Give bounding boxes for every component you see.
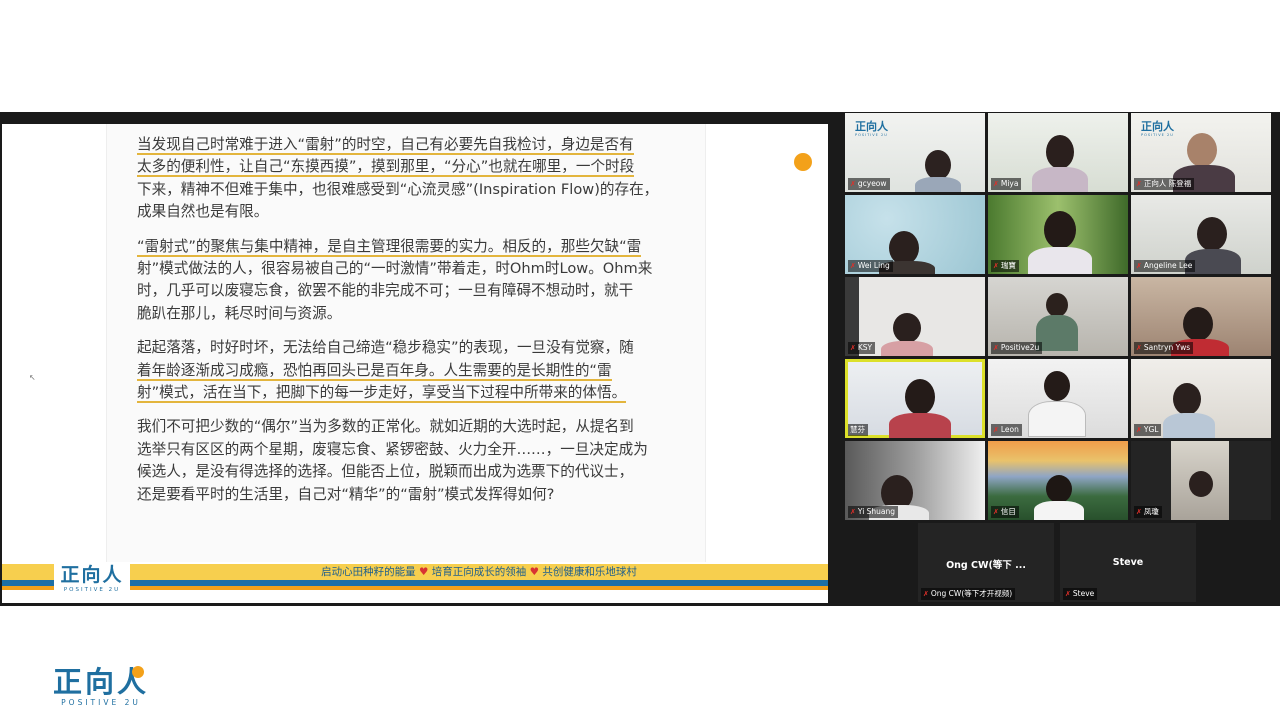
logo-accent-dot: [132, 666, 144, 678]
video-tile-ksy[interactable]: ✗ KSY: [845, 277, 985, 356]
participant-name-label: ✗ 瑞寶: [991, 260, 1019, 272]
slide-paragraph-4: 我们不可把少数的“偶尔”当为多数的正常化。就如近期的大选时起，从提名到 选举只有…: [137, 416, 707, 506]
video-off-tile-steve[interactable]: Steve ✗ Steve: [1060, 523, 1196, 602]
mic-muted-icon: ✗: [1136, 262, 1142, 270]
video-tile-ruibao[interactable]: ✗ 瑞寶: [988, 195, 1128, 274]
banner-stripe: [2, 586, 54, 590]
mic-muted-icon: ✗: [850, 180, 856, 188]
video-tile-miya[interactable]: ✗ Miya: [988, 113, 1128, 192]
participant-name-label: ✗ Leon: [991, 424, 1022, 436]
banner-stripe: [130, 586, 828, 590]
slide-line: 起起落落，时好时坏，无法给自己缔造“稳步稳实”的表现，一旦没有觉察，随: [137, 339, 634, 357]
participant-name-label: ✗ Positive2u: [991, 342, 1043, 354]
brand-logo: 正向人 POSITIVE 2U: [60, 564, 124, 593]
participant-name-label: 慧芬: [848, 424, 868, 436]
video-tile-xinmu[interactable]: ✗ 信目: [988, 441, 1128, 520]
slide-line: 下来，精神不但难于集中，也很难感受到“心流灵感”(Inspiration Flo…: [137, 180, 659, 198]
participant-display-name: Ong CW(等下 ...: [946, 560, 1026, 571]
slide-text-panel: 当发现自己时常难于进入“雷射”的时空，自己有必要先自我检讨，身边是否有 太多的便…: [106, 124, 706, 562]
slide-line: 脆趴在那儿，耗尽时间与资源。: [137, 304, 342, 322]
mouse-cursor-icon: ↖: [29, 373, 36, 382]
participant-name-label: ✗ KSY: [848, 342, 876, 354]
participant-name-label: ✗ Wei Ling: [848, 260, 893, 272]
mic-muted-icon: ✗: [923, 590, 929, 598]
video-tile-wei-ling[interactable]: ✗ Wei Ling: [845, 195, 985, 274]
slide-line: 候选人，是没有得选择的选择。但能否上位，脱颖而出成为选票下的代议士，: [137, 463, 634, 481]
slide-line: 还是要看平时的生活里，自己对“精华”的“雷射”模式发挥得如何?: [137, 485, 555, 503]
video-tile-santryn-yws[interactable]: ✗ Santryn Yws: [1131, 277, 1271, 356]
slide-line: 射”模式，活在当下，把脚下的每一步走好，享受当下过程中所带来的体悟。: [137, 384, 627, 404]
meeting-window: ↖ 当发现自己时常难于进入“雷射”的时空，自己有必要先自我检讨，身边是否有 太多…: [0, 112, 1280, 606]
heart-icon: ♥: [418, 566, 429, 578]
slide-line: 成果自然也是有限。: [137, 203, 269, 221]
participant-name-label: ✗ Steve: [1063, 588, 1098, 600]
mic-muted-icon: ✗: [1136, 508, 1142, 516]
participant-name-label: ✗ Miya: [991, 178, 1022, 190]
slide-line: “雷射式”的聚焦与集中精神，是自主管理很需要的实力。相反的，那些欠缺“雷: [137, 237, 642, 257]
participant-video: [1171, 441, 1229, 520]
participant-name-label: ✗ Yi Shuang: [848, 506, 899, 518]
mic-muted-icon: ✗: [850, 344, 856, 352]
slide-paragraph-3: 起起落落，时好时坏，无法给自己缔造“稳步稳实”的表现，一旦没有觉察，随 着年龄逐…: [137, 337, 707, 404]
slide-body: 当发现自己时常难于进入“雷射”的时空，自己有必要先自我检讨，身边是否有 太多的便…: [137, 134, 707, 518]
mic-muted-icon: ✗: [1136, 180, 1142, 188]
banner-stripe: [2, 564, 54, 580]
participant-name-label: ✗ Ong CW(等下才开视频): [921, 588, 1016, 600]
slide-paragraph-1: 当发现自己时常难于进入“雷射”的时空，自己有必要先自我检讨，身边是否有 太多的便…: [137, 134, 707, 224]
video-tile-chen-dengfu[interactable]: 正向人 POSITIVE 2U ✗ 正向人 陈登福: [1131, 113, 1271, 192]
mic-muted-icon: ✗: [993, 508, 999, 516]
video-tile-leon[interactable]: ✗ Leon: [988, 359, 1128, 438]
participant-name-label: ✗ 信目: [991, 506, 1019, 518]
participant-name-label: ✗ 凤瓊: [1134, 506, 1162, 518]
brand-logo: 正向人 POSITIVE 2U: [1141, 120, 1174, 138]
brand-logo: 正向人 POSITIVE 2U: [855, 120, 888, 138]
video-tile-yi-shuang[interactable]: ✗ Yi Shuang: [845, 441, 985, 520]
decorative-dot: [794, 153, 812, 171]
slide-line: 时，几乎可以废寝忘食，欲罢不能的非完成不可；一旦有障碍不想动时，就干: [137, 282, 634, 300]
mic-muted-icon: ✗: [993, 180, 999, 188]
slide-line: 着年龄逐渐成习成瘾，恐怕再回头已是百年身。人生需要的是长期性的“雷: [137, 361, 612, 381]
slide-banner: 正向人 POSITIVE 2U 启动心田种籽的能量 ♥ 培育正向成长的领袖 ♥ …: [2, 562, 828, 603]
mic-muted-icon: ✗: [993, 426, 999, 434]
banner-tagline: 启动心田种籽的能量 ♥ 培育正向成长的领袖 ♥ 共创健康和乐地球村: [321, 566, 637, 578]
mic-muted-icon: ✗: [850, 508, 856, 516]
mic-muted-icon: ✗: [1065, 590, 1071, 598]
video-tile-gcyeow[interactable]: 正向人 POSITIVE 2U ✗ gcyeow: [845, 113, 985, 192]
mic-muted-icon: ✗: [993, 344, 999, 352]
slide-line: 太多的便利性，让自己“东摸西摸”，摸到那里，“分心”也就在哪里，一个时段: [137, 158, 635, 178]
participant-name-label: ✗ 正向人 陈登福: [1134, 178, 1195, 190]
video-tile-positive2u[interactable]: ✗ Positive2u: [988, 277, 1128, 356]
slide-line: 当发现自己时常难于进入“雷射”的时空，自己有必要先自我检讨，身边是否有: [137, 136, 634, 155]
slide-paragraph-2: “雷射式”的聚焦与集中精神，是自主管理很需要的实力。相反的，那些欠缺“雷 射”模…: [137, 236, 707, 326]
participant-name-label: ✗ gcyeow: [848, 178, 890, 190]
video-tile-huifen-active-speaker[interactable]: 慧芬: [845, 359, 985, 438]
participant-name-label: ✗ Angeline Lee: [1134, 260, 1196, 272]
participant-display-name: Steve: [1112, 557, 1144, 568]
mic-muted-icon: ✗: [1136, 344, 1142, 352]
slide-line: 射”模式做法的人，很容易被自己的“一时激情”带着走，时Ohm时Low。Ohm来: [137, 260, 653, 278]
heart-icon: ♥: [529, 566, 540, 578]
mic-muted-icon: ✗: [850, 262, 856, 270]
slide-line: 选举只有区区的两个星期，废寝忘食、紧锣密鼓、火力全开……，一旦决定成为: [137, 440, 648, 458]
mic-muted-icon: ✗: [1136, 426, 1142, 434]
participant-name-label: ✗ Santryn Yws: [1134, 342, 1194, 354]
video-tile-angeline-lee[interactable]: ✗ Angeline Lee: [1131, 195, 1271, 274]
video-tile-fengqiong[interactable]: ✗ 凤瓊: [1131, 441, 1271, 520]
participant-name-label: ✗ YGL: [1134, 424, 1162, 436]
video-off-tile-ong-cw[interactable]: Ong CW(等下 ... ✗ Ong CW(等下才开视频): [918, 523, 1054, 602]
slide-line: 我们不可把少数的“偶尔”当为多数的正常化。就如近期的大选时起，从提名到: [137, 418, 634, 436]
video-tile-ygl[interactable]: ✗ YGL: [1131, 359, 1271, 438]
shared-screen: ↖ 当发现自己时常难于进入“雷射”的时空，自己有必要先自我检讨，身边是否有 太多…: [2, 124, 828, 603]
mic-muted-icon: ✗: [993, 262, 999, 270]
